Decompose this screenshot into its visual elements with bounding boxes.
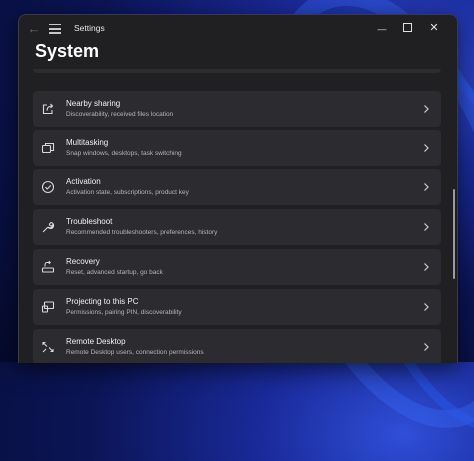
list-item-troubleshoot[interactable]: Troubleshoot Recommended troubleshooters… — [33, 209, 441, 245]
maximize-icon — [402, 23, 412, 33]
chevron-right-icon — [424, 343, 429, 351]
activation-check-icon — [41, 180, 55, 194]
list-item-remote-desktop[interactable]: Remote Desktop Remote Desktop users, con… — [33, 329, 441, 363]
item-label: Troubleshoot — [66, 217, 113, 226]
item-description: Discoverability, received files location — [66, 111, 174, 118]
title-bar: ← Settings — ✕ — [19, 15, 457, 43]
close-icon: ✕ — [429, 22, 439, 34]
hamburger-icon — [49, 24, 61, 26]
list-item-activation[interactable]: Activation Activation state, subscriptio… — [33, 169, 441, 205]
settings-window: ← Settings — ✕ System Nearby sharing Dis… — [18, 14, 458, 363]
item-description: Reset, advanced startup, go back — [66, 269, 163, 276]
recovery-icon — [41, 260, 55, 273]
back-arrow-icon: ← — [27, 21, 41, 36]
maximize-button[interactable] — [396, 18, 418, 38]
remote-desktop-icon — [42, 341, 54, 353]
item-label: Remote Desktop — [66, 337, 126, 346]
item-description: Snap windows, desktops, task switching — [66, 150, 182, 157]
back-button[interactable]: ← — [25, 20, 43, 38]
list-item-multitasking[interactable]: Multitasking Snap windows, desktops, tas… — [33, 130, 441, 166]
wrench-icon — [42, 221, 55, 233]
item-label: Multitasking — [66, 138, 109, 147]
vertical-scrollbar[interactable] — [453, 189, 455, 279]
chevron-right-icon — [424, 223, 429, 231]
minimize-button[interactable]: — — [371, 18, 393, 38]
projecting-icon — [41, 301, 55, 313]
chevron-right-icon — [424, 144, 429, 152]
list-item-nearby-sharing[interactable]: Nearby sharing Discoverability, received… — [33, 91, 441, 127]
item-label: Recovery — [66, 257, 100, 266]
minimize-icon: — — [377, 24, 387, 34]
chevron-right-icon — [424, 263, 429, 271]
chevron-right-icon — [424, 183, 429, 191]
item-label: Activation — [66, 177, 101, 186]
item-label: Projecting to this PC — [66, 297, 139, 306]
list-item-partial[interactable] — [33, 69, 441, 73]
close-button[interactable]: ✕ — [423, 18, 445, 38]
item-description: Remote Desktop users, connection permiss… — [66, 349, 204, 356]
navigation-menu-button[interactable] — [49, 24, 61, 34]
item-description: Recommended troubleshooters, preferences… — [66, 229, 218, 236]
chevron-right-icon — [424, 303, 429, 311]
settings-list: Nearby sharing Discoverability, received… — [33, 69, 441, 363]
multitasking-icon — [41, 142, 55, 154]
item-description: Activation state, subscriptions, product… — [66, 189, 189, 196]
item-label: Nearby sharing — [66, 99, 121, 108]
page-title: System — [35, 41, 100, 61]
chevron-right-icon — [424, 105, 429, 113]
item-description: Permissions, pairing PIN, discoverabilit… — [66, 309, 182, 316]
list-item-projecting-to-this-pc[interactable]: Projecting to this PC Permissions, pairi… — [33, 289, 441, 325]
app-title: Settings — [74, 23, 105, 33]
list-item-recovery[interactable]: Recovery Reset, advanced startup, go bac… — [33, 249, 441, 285]
share-icon — [42, 103, 54, 115]
